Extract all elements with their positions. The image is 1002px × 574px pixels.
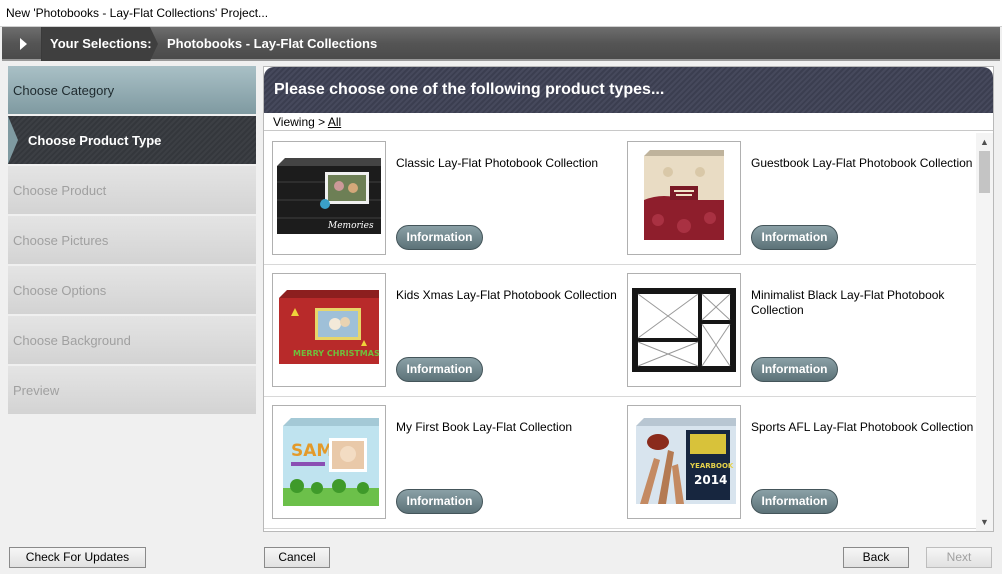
- sports-afl-photobook-image[interactable]: YEARBOOK 2014: [627, 405, 741, 519]
- step-choose-product-type: Choose Product Type: [8, 116, 256, 164]
- product-item-minimalist-black[interactable]: Minimalist Black Lay-Flat Photobook Coll…: [627, 273, 976, 389]
- information-button[interactable]: Information: [751, 357, 838, 382]
- product-title: My First Book Lay-Flat Collection: [396, 420, 573, 434]
- window-title: New 'Photobooks - Lay-Flat Collections' …: [6, 6, 269, 20]
- my-first-book-image[interactable]: SAM: [272, 405, 386, 519]
- product-item-sports-afl[interactable]: YEARBOOK 2014 Sports AFL Lay-Flat Photob…: [627, 405, 976, 521]
- step-choose-pictures: Choose Pictures: [8, 216, 256, 264]
- viewing-all-link[interactable]: All: [328, 115, 341, 129]
- information-button[interactable]: Information: [751, 225, 838, 250]
- scroll-down-icon[interactable]: ▼: [980, 517, 989, 527]
- step-choose-category[interactable]: Choose Category: [8, 66, 256, 114]
- yearbook-text: YEARBOOK: [689, 462, 734, 470]
- step-choose-product: Choose Product: [8, 166, 256, 214]
- product-title: Classic Lay-Flat Photobook Collection: [396, 156, 599, 170]
- panel-heading: Please choose one of the following produ…: [264, 67, 993, 113]
- classic-photobook-image[interactable]: Memories: [272, 141, 386, 255]
- viewing-prefix: Viewing >: [273, 115, 326, 129]
- product-type-panel: Please choose one of the following produ…: [263, 66, 994, 532]
- product-row: Memories Classic Lay-Flat Photobook Coll…: [264, 133, 976, 265]
- back-button[interactable]: Back: [843, 547, 909, 568]
- product-row: SAM My First Book Lay-Flat Collection In…: [264, 397, 976, 529]
- check-for-updates-button[interactable]: Check For Updates: [9, 547, 146, 568]
- information-button[interactable]: Information: [396, 489, 483, 514]
- wizard-steps: Choose Category Choose Product Type Choo…: [8, 66, 256, 416]
- minimalist-black-photobook-image[interactable]: [627, 273, 741, 387]
- window-title-bar: New 'Photobooks - Lay-Flat Collections' …: [0, 0, 1002, 27]
- product-row: MERRY CHRISTMAS Kids Xmas Lay-Flat Photo…: [264, 265, 976, 397]
- product-title: Sports AFL Lay-Flat Photobook Collection: [751, 420, 974, 434]
- product-item-classic[interactable]: Memories Classic Lay-Flat Photobook Coll…: [272, 141, 622, 257]
- information-button[interactable]: Information: [396, 225, 483, 250]
- vertical-scrollbar[interactable]: ▲ ▼: [976, 133, 993, 531]
- viewing-filter: Viewing > All: [264, 113, 993, 131]
- selections-path: Photobooks - Lay-Flat Collections: [167, 36, 378, 51]
- information-button[interactable]: Information: [396, 357, 483, 382]
- step-choose-background: Choose Background: [8, 316, 256, 364]
- product-title: Minimalist Black Lay-Flat Photobook Coll…: [751, 288, 945, 317]
- xmas-text: MERRY CHRISTMAS: [293, 349, 380, 358]
- step-choose-options: Choose Options: [8, 266, 256, 314]
- year-text: 2014: [694, 473, 727, 487]
- product-item-kids-xmas[interactable]: MERRY CHRISTMAS Kids Xmas Lay-Flat Photo…: [272, 273, 622, 389]
- product-title: Guestbook Lay-Flat Photobook Collection: [751, 156, 973, 170]
- information-button[interactable]: Information: [751, 489, 838, 514]
- product-title: Kids Xmas Lay-Flat Photobook Collection: [396, 288, 617, 302]
- guestbook-photobook-image[interactable]: [627, 141, 741, 255]
- classic-script-text: Memories: [327, 221, 374, 231]
- step-preview: Preview: [8, 366, 256, 414]
- kids-xmas-photobook-image[interactable]: MERRY CHRISTMAS: [272, 273, 386, 387]
- next-button: Next: [926, 547, 992, 568]
- product-item-my-first-book[interactable]: SAM My First Book Lay-Flat Collection In…: [272, 405, 622, 521]
- product-list: Memories Classic Lay-Flat Photobook Coll…: [264, 133, 976, 531]
- scrollbar-thumb[interactable]: [979, 151, 990, 193]
- breadcrumb: Your Selections: Photobooks - Lay-Flat C…: [2, 27, 1000, 61]
- selections-label: Your Selections:: [42, 27, 158, 61]
- sam-text: SAM: [291, 441, 333, 461]
- cancel-button[interactable]: Cancel: [264, 547, 330, 568]
- product-item-guestbook[interactable]: Guestbook Lay-Flat Photobook Collection …: [627, 141, 976, 257]
- expand-arrow-icon[interactable]: [2, 27, 42, 61]
- scroll-up-icon[interactable]: ▲: [980, 137, 989, 147]
